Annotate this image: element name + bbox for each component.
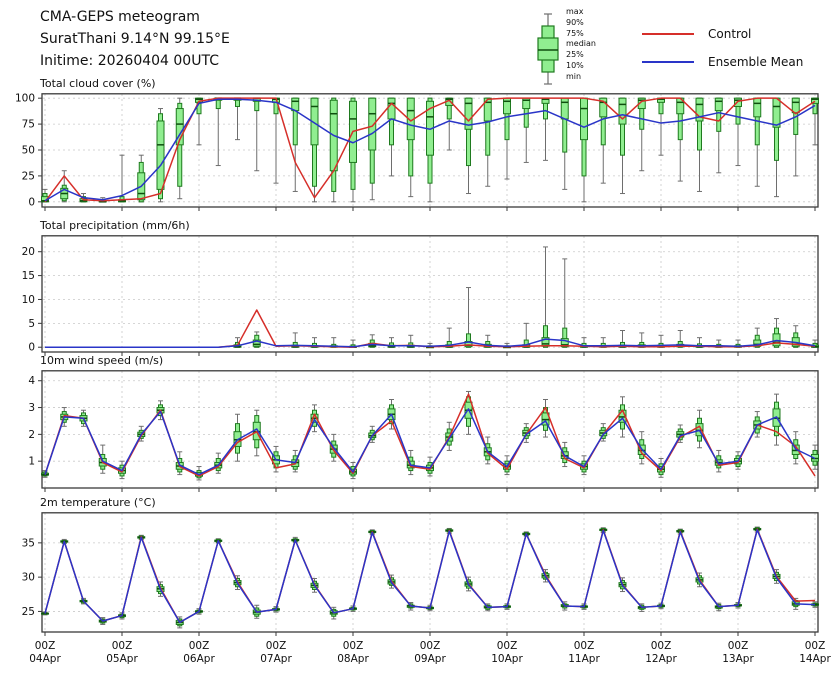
legend-label-min: min bbox=[566, 72, 596, 83]
header: CMA-GEPS meteogram SuratThani 9.14°N 99.… bbox=[40, 6, 230, 72]
svg-text:50: 50 bbox=[22, 145, 35, 157]
page-title: CMA-GEPS meteogram bbox=[40, 6, 230, 28]
svg-text:3: 3 bbox=[28, 402, 35, 414]
svg-text:11Apr: 11Apr bbox=[568, 653, 600, 665]
svg-text:0: 0 bbox=[28, 342, 35, 354]
svg-text:10Apr: 10Apr bbox=[491, 653, 523, 665]
boxplot-legend-labels: max 90% 75% median 25% 10% min bbox=[566, 7, 596, 83]
svg-text:00Z: 00Z bbox=[574, 640, 595, 652]
station-info: SuratThani 9.14°N 99.15°E bbox=[40, 28, 230, 50]
legend-label-25: 25% bbox=[566, 50, 596, 61]
svg-text:00Z: 00Z bbox=[420, 640, 441, 652]
svg-text:2: 2 bbox=[28, 429, 35, 441]
ensemble-mean-line-swatch bbox=[642, 61, 694, 63]
svg-text:00Z: 00Z bbox=[35, 640, 56, 652]
svg-text:10: 10 bbox=[22, 294, 35, 306]
svg-text:4: 4 bbox=[28, 375, 35, 387]
cloud-cover-chart: 0 25 50 75 100 bbox=[0, 93, 840, 211]
svg-text:00Z: 00Z bbox=[497, 640, 518, 652]
meteogram-page: CMA-GEPS meteogram SuratThani 9.14°N 99.… bbox=[0, 0, 840, 680]
svg-text:05Apr: 05Apr bbox=[106, 653, 138, 665]
legend-row-ensemble-mean: Ensemble Mean bbox=[642, 48, 803, 76]
svg-text:100: 100 bbox=[15, 93, 35, 105]
legend-row-control: Control bbox=[642, 20, 803, 48]
svg-text:0: 0 bbox=[28, 196, 35, 208]
control-legend-label: Control bbox=[708, 27, 751, 41]
svg-text:04Apr: 04Apr bbox=[29, 653, 61, 665]
svg-text:08Apr: 08Apr bbox=[337, 653, 369, 665]
svg-text:07Apr: 07Apr bbox=[260, 653, 292, 665]
svg-text:75: 75 bbox=[22, 119, 35, 131]
legend-label-75: 75% bbox=[566, 29, 596, 40]
precipitation-panel-title: Total precipitation (mm/6h) bbox=[40, 219, 190, 232]
svg-text:30: 30 bbox=[22, 572, 35, 584]
svg-text:00Z: 00Z bbox=[343, 640, 364, 652]
legend-label-90: 90% bbox=[566, 18, 596, 29]
init-time: Initime: 20260404 00UTC bbox=[40, 50, 230, 72]
svg-text:20: 20 bbox=[22, 246, 35, 258]
svg-text:35: 35 bbox=[22, 537, 35, 549]
svg-text:13Apr: 13Apr bbox=[722, 653, 754, 665]
precipitation-chart: 0 5 10 15 20 bbox=[0, 235, 840, 356]
svg-text:25: 25 bbox=[22, 170, 35, 182]
legend-label-max: max bbox=[566, 7, 596, 18]
ensemble-mean-legend-label: Ensemble Mean bbox=[708, 55, 803, 69]
wind-speed-chart: 1 2 3 4 bbox=[0, 370, 840, 492]
control-line-swatch bbox=[642, 33, 694, 35]
svg-text:25: 25 bbox=[22, 606, 35, 618]
svg-text:09Apr: 09Apr bbox=[414, 653, 446, 665]
svg-text:00Z: 00Z bbox=[728, 640, 749, 652]
boxplot-legend-icon bbox=[534, 6, 564, 90]
cloud-cover-panel-title: Total cloud cover (%) bbox=[40, 77, 156, 90]
svg-text:5: 5 bbox=[28, 318, 35, 330]
svg-text:00Z: 00Z bbox=[805, 640, 826, 652]
svg-text:00Z: 00Z bbox=[189, 640, 210, 652]
temperature-chart: 00Z04Apr00Z05Apr00Z06Apr00Z07Apr00Z08Apr… bbox=[0, 512, 840, 674]
svg-text:12Apr: 12Apr bbox=[645, 653, 677, 665]
svg-text:1: 1 bbox=[28, 456, 35, 468]
svg-text:06Apr: 06Apr bbox=[183, 653, 215, 665]
svg-text:00Z: 00Z bbox=[651, 640, 672, 652]
temperature-panel-title: 2m temperature (°C) bbox=[40, 496, 156, 509]
svg-text:00Z: 00Z bbox=[266, 640, 287, 652]
legend-label-10: 10% bbox=[566, 61, 596, 72]
line-legend: Control Ensemble Mean bbox=[642, 20, 803, 76]
legend-label-median: median bbox=[566, 39, 596, 50]
svg-text:14Apr: 14Apr bbox=[799, 653, 831, 665]
svg-text:15: 15 bbox=[22, 270, 35, 282]
svg-text:00Z: 00Z bbox=[112, 640, 133, 652]
